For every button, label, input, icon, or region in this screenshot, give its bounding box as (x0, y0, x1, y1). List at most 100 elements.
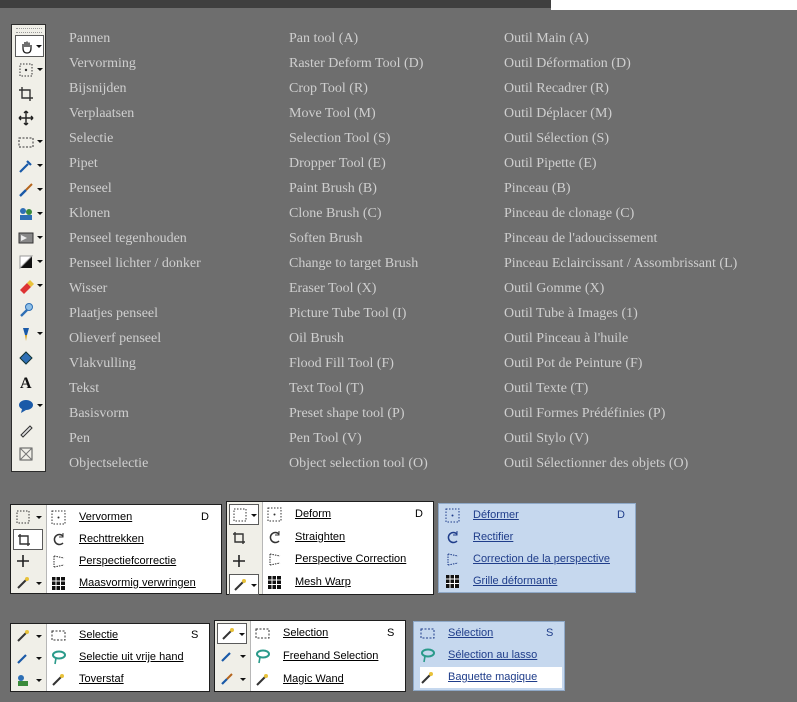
tool-name-nl: Vlakvulling (69, 356, 136, 371)
perspective-correction-icon (447, 553, 459, 566)
tool-name-en: Pan tool (A) (289, 31, 359, 46)
menu-item[interactable]: Sélection S (420, 623, 562, 644)
move-icon (233, 555, 245, 567)
magic-wand-tool-button[interactable] (13, 626, 43, 647)
dropper-tool-button[interactable] (13, 648, 43, 669)
menu-item-shortcut: D (617, 509, 625, 521)
dropdown-arrow-icon[interactable] (37, 68, 43, 71)
dropdown-arrow-icon[interactable] (37, 236, 43, 239)
magic-wand-icon (52, 674, 64, 686)
object-selection-icon (19, 447, 33, 461)
menu-item[interactable]: Correction de la perspective (445, 549, 633, 570)
menu-item-label: Grille déformante (473, 575, 558, 587)
menu-item-label: Deform (295, 508, 332, 520)
menu-item[interactable]: Déformer D (445, 505, 633, 526)
menu-item[interactable]: Selectie S (51, 625, 207, 646)
flood-fill-tool-button[interactable] (15, 347, 44, 369)
clone-brush-tool-button[interactable] (15, 203, 44, 225)
text-tool-button[interactable]: A (15, 371, 44, 393)
deform-menu-french: Déformer D Rectifier Correction de la persp… (438, 503, 636, 593)
lighten-darken-icon (19, 255, 34, 270)
menu-item[interactable]: Magic Wand (255, 669, 403, 690)
deform-icon (16, 510, 30, 524)
menu-item[interactable]: Vervormen D (51, 507, 219, 528)
magic-wand-icon (234, 579, 246, 591)
lighten-darken-tool-button[interactable] (15, 251, 44, 273)
dropdown-arrow-icon[interactable] (37, 284, 43, 287)
dropdown-arrow-icon[interactable] (37, 188, 43, 191)
tool-name-en: Flood Fill Tool (F) (289, 356, 394, 371)
move-icon (17, 555, 29, 567)
dropdown-arrow-icon[interactable] (37, 404, 43, 407)
straighten-icon (269, 530, 280, 543)
menu-item[interactable]: Perspectiefcorrectie (51, 551, 219, 572)
tool-name-en: Paint Brush (B) (289, 181, 377, 196)
menu-item[interactable]: Grille déformante (445, 571, 633, 592)
move-tool-button[interactable] (13, 551, 43, 572)
soften-brush-tool-button[interactable] (15, 227, 44, 249)
dropdown-arrow-icon[interactable] (36, 45, 42, 48)
move-tool-button[interactable] (15, 107, 44, 129)
magic-wand-icon (17, 630, 29, 642)
magic-wand-tool-button[interactable] (217, 623, 247, 644)
menu-item[interactable]: Perspective Correction (267, 549, 431, 570)
menu-tool-strip (11, 505, 47, 593)
magic-wand-tool-button[interactable] (13, 573, 43, 594)
deform-tool-button[interactable] (13, 507, 43, 528)
tool-name-en: Selection Tool (S) (289, 131, 391, 146)
menu-item[interactable]: Selectie uit vrije hand (51, 647, 207, 668)
top-dark-bar (0, 0, 551, 8)
freehand-selection-icon (421, 648, 435, 663)
dropdown-arrow-icon[interactable] (37, 212, 43, 215)
menu-item[interactable]: Rechttrekken (51, 529, 219, 550)
menu-tool-strip (227, 502, 263, 595)
menu-item[interactable]: Rectifier (445, 527, 633, 548)
menu-item[interactable]: Selection S (255, 623, 403, 644)
clone-brush-tool-button[interactable] (13, 670, 43, 691)
dropdown-arrow-icon[interactable] (37, 332, 43, 335)
deform-tool-button[interactable] (229, 504, 259, 525)
menu-item[interactable]: Mesh Warp (267, 572, 431, 593)
tool-name-nl: Vervorming (69, 56, 136, 71)
selection-tool-button[interactable] (15, 131, 44, 153)
menu-item[interactable]: Toverstaf (51, 669, 207, 690)
oil-brush-tool-button[interactable] (15, 323, 44, 345)
menu-item-label: Toverstaf (79, 673, 124, 685)
pan-tool-button[interactable] (15, 35, 44, 57)
dropdown-arrow-icon[interactable] (37, 140, 43, 143)
paint-brush-tool-button[interactable] (217, 669, 247, 690)
pen-tool-button[interactable] (15, 419, 44, 441)
preset-shape-tool-button[interactable] (15, 395, 44, 417)
dropper-tool-button[interactable] (15, 155, 44, 177)
deform-tool-button[interactable] (15, 59, 44, 81)
magic-wand-icon (256, 674, 268, 686)
crop-tool-button[interactable] (13, 529, 43, 550)
menu-item[interactable]: Freehand Selection (255, 646, 403, 667)
magic-wand-tool-button[interactable] (229, 574, 259, 595)
tool-name-en: Clone Brush (C) (289, 206, 382, 221)
dropper-tool-button[interactable] (217, 646, 247, 667)
tool-name-fr: Outil Sélectionner des objets (O) (504, 456, 689, 471)
eraser-icon (20, 280, 34, 294)
tool-name-fr: Pinceau de clonage (C) (504, 206, 635, 221)
menu-item[interactable]: Deform D (267, 504, 431, 525)
move-tool-button[interactable] (229, 551, 259, 572)
menu-item[interactable]: Baguette magique (420, 667, 562, 688)
dropdown-arrow-icon[interactable] (37, 260, 43, 263)
picture-tube-tool-button[interactable] (15, 299, 44, 321)
eraser-tool-button[interactable] (15, 275, 44, 297)
tool-name-nl: Tekst (69, 381, 100, 396)
menu-item-label: Freehand Selection (283, 650, 379, 662)
mesh-warp-icon (52, 577, 65, 590)
menu-item-label: Rechttrekken (79, 533, 144, 545)
crop-tool-button[interactable] (15, 83, 44, 105)
crop-tool-button[interactable] (229, 528, 259, 549)
menu-item[interactable]: Sélection au lasso (420, 645, 562, 666)
menu-item[interactable]: Maasvormig verwringen (51, 573, 219, 594)
paint-brush-tool-button[interactable] (15, 179, 44, 201)
toolbar-grip[interactable] (16, 28, 42, 33)
object-selection-tool-button[interactable] (15, 443, 44, 465)
dropdown-arrow-icon[interactable] (37, 164, 43, 167)
menu-item[interactable]: Straighten (267, 527, 431, 548)
menu-tool-strip (215, 621, 251, 691)
